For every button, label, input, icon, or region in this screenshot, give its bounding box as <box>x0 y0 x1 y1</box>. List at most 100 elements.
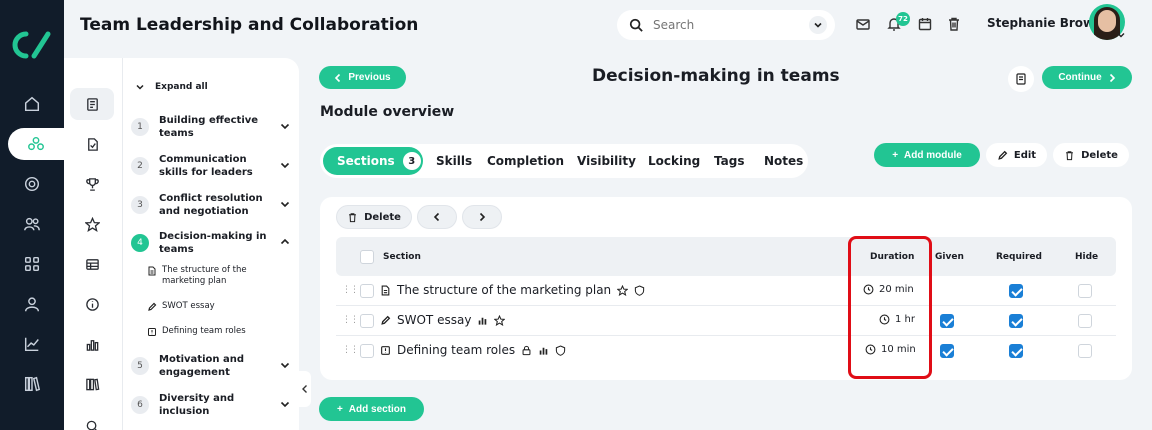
row-title-text: SWOT essay <box>397 313 472 327</box>
chevron-down-icon[interactable] <box>279 398 291 410</box>
book-icon[interactable] <box>70 88 114 120</box>
home-icon[interactable] <box>0 88 64 120</box>
add-module-button[interactable]: + Add module <box>874 143 980 167</box>
collapse-panel-button[interactable] <box>299 371 311 407</box>
row-checkbox[interactable] <box>360 314 374 328</box>
notes-icon[interactable] <box>1008 66 1034 92</box>
app-logo[interactable] <box>12 30 52 60</box>
bar-chart-icon[interactable] <box>70 328 114 360</box>
drag-handle-icon[interactable]: ⋮⋮ <box>342 315 359 325</box>
section-number: 5 <box>131 357 149 375</box>
tree-section-5[interactable]: 5 Motivation and engagement <box>131 349 291 383</box>
sub-item-label: Defining team roles <box>162 326 246 336</box>
section-label: Conflict resolution and negotiation <box>159 193 263 217</box>
calendar-icon[interactable] <box>917 16 933 32</box>
target-icon[interactable] <box>0 168 64 200</box>
sub-item-assignment[interactable]: Defining team roles <box>147 326 277 337</box>
search-dropdown-chevron-icon[interactable] <box>809 16 827 34</box>
grid-icon[interactable] <box>0 248 64 280</box>
chevron-left-icon <box>335 73 341 82</box>
next-page-button[interactable] <box>462 205 502 229</box>
sub-item-essay[interactable]: SWOT essay <box>147 301 277 312</box>
chevron-down-icon[interactable] <box>279 120 291 132</box>
chevron-down-icon[interactable] <box>1116 30 1126 40</box>
user-icon[interactable] <box>0 288 64 320</box>
user-name[interactable]: Stephanie Brown <box>987 16 1103 30</box>
users-icon[interactable] <box>0 208 64 240</box>
hide-column-header: Hide <box>1075 252 1099 262</box>
plus-icon: + <box>336 403 343 415</box>
search-icon[interactable] <box>70 410 114 430</box>
chevron-down-icon[interactable] <box>279 159 291 171</box>
hide-checkbox[interactable] <box>1078 284 1092 298</box>
app-title: Team Leadership and Collaboration <box>80 15 419 35</box>
search-input[interactable] <box>653 18 803 32</box>
section-column-header: Section <box>383 252 421 262</box>
mail-icon[interactable] <box>855 16 871 32</box>
given-checkbox[interactable] <box>940 314 954 328</box>
previous-button[interactable]: Previous <box>319 66 406 89</box>
table-icon[interactable] <box>70 248 114 280</box>
tree-section-1[interactable]: 1 Building effective teams <box>131 110 291 144</box>
required-checkbox[interactable] <box>1009 314 1023 328</box>
given-checkbox[interactable] <box>940 344 954 358</box>
hide-checkbox[interactable] <box>1078 314 1092 328</box>
row-title-text: Defining team roles <box>397 343 516 357</box>
chevron-down-icon[interactable] <box>279 198 291 210</box>
star-icon[interactable] <box>70 208 114 240</box>
edit-button[interactable]: Edit <box>986 143 1047 167</box>
drag-handle-icon[interactable]: ⋮⋮ <box>342 345 359 355</box>
expand-all-button[interactable]: Expand all <box>135 82 208 92</box>
trophy-icon[interactable] <box>70 168 114 200</box>
table-row[interactable]: ⋮⋮ SWOT essay 1 hr <box>336 306 1116 336</box>
assignment-icon <box>148 328 156 336</box>
row-checkbox[interactable] <box>360 284 374 298</box>
tree-section-3[interactable]: 3 Conflict resolution and negotiation <box>131 188 291 222</box>
previous-label: Previous <box>348 72 391 83</box>
search-box[interactable] <box>617 10 835 40</box>
chevron-down-icon[interactable] <box>279 359 291 371</box>
library-icon[interactable] <box>0 368 64 400</box>
tab-visibility[interactable]: Visibility <box>577 144 636 178</box>
info-icon[interactable] <box>70 288 114 320</box>
row-checkbox[interactable] <box>360 344 374 358</box>
chevron-up-icon[interactable] <box>279 236 291 248</box>
tab-locking[interactable]: Locking <box>648 144 700 178</box>
prev-page-button[interactable] <box>417 205 457 229</box>
required-checkbox[interactable] <box>1009 344 1023 358</box>
bulk-delete-button[interactable]: Delete <box>336 205 412 229</box>
add-section-button[interactable]: + Add section <box>319 397 424 421</box>
tree-section-4[interactable]: 4 Decision-making in teams <box>131 226 291 260</box>
row-title[interactable]: Defining team roles <box>380 343 566 357</box>
chevron-right-icon <box>479 212 486 222</box>
document-icon <box>148 266 156 276</box>
select-all-checkbox[interactable] <box>360 250 374 264</box>
tree-section-2[interactable]: 2 Communication skills for leaders <box>131 149 291 183</box>
sub-item-document[interactable]: The structure of the marketing plan <box>147 265 277 287</box>
tree-section-6[interactable]: 6 Diversity and inclusion <box>131 388 291 422</box>
document-icon <box>381 285 390 295</box>
tab-tags[interactable]: Tags <box>714 144 744 178</box>
drag-handle-icon[interactable]: ⋮⋮ <box>342 285 359 295</box>
courses-icon[interactable] <box>8 128 64 160</box>
tab-notes[interactable]: Notes <box>764 144 803 178</box>
hide-checkbox[interactable] <box>1078 344 1092 358</box>
analytics-icon[interactable] <box>0 328 64 360</box>
table-row[interactable]: ⋮⋮ The structure of the marketing plan 2… <box>336 276 1116 306</box>
tab-sections[interactable]: Sections 3 <box>323 147 423 175</box>
outline-toolbar <box>64 58 122 430</box>
required-checkbox[interactable] <box>1009 284 1023 298</box>
tab-completion[interactable]: Completion <box>487 144 564 178</box>
chevron-down-icon <box>136 84 144 90</box>
table-row[interactable]: ⋮⋮ Defining team roles 10 min <box>336 336 1116 366</box>
books-icon[interactable] <box>70 368 114 400</box>
document-check-icon[interactable] <box>70 128 114 160</box>
delete-module-button[interactable]: Delete <box>1053 143 1129 167</box>
tab-skills[interactable]: Skills <box>436 144 472 178</box>
continue-button[interactable]: Continue <box>1042 66 1132 89</box>
row-title[interactable]: SWOT essay <box>380 313 506 327</box>
star-icon <box>617 284 629 296</box>
course-outline-panel: Expand all 1 Building effective teams 2 … <box>64 58 299 430</box>
row-title[interactable]: The structure of the marketing plan <box>380 283 645 297</box>
trash-icon[interactable] <box>946 16 962 32</box>
